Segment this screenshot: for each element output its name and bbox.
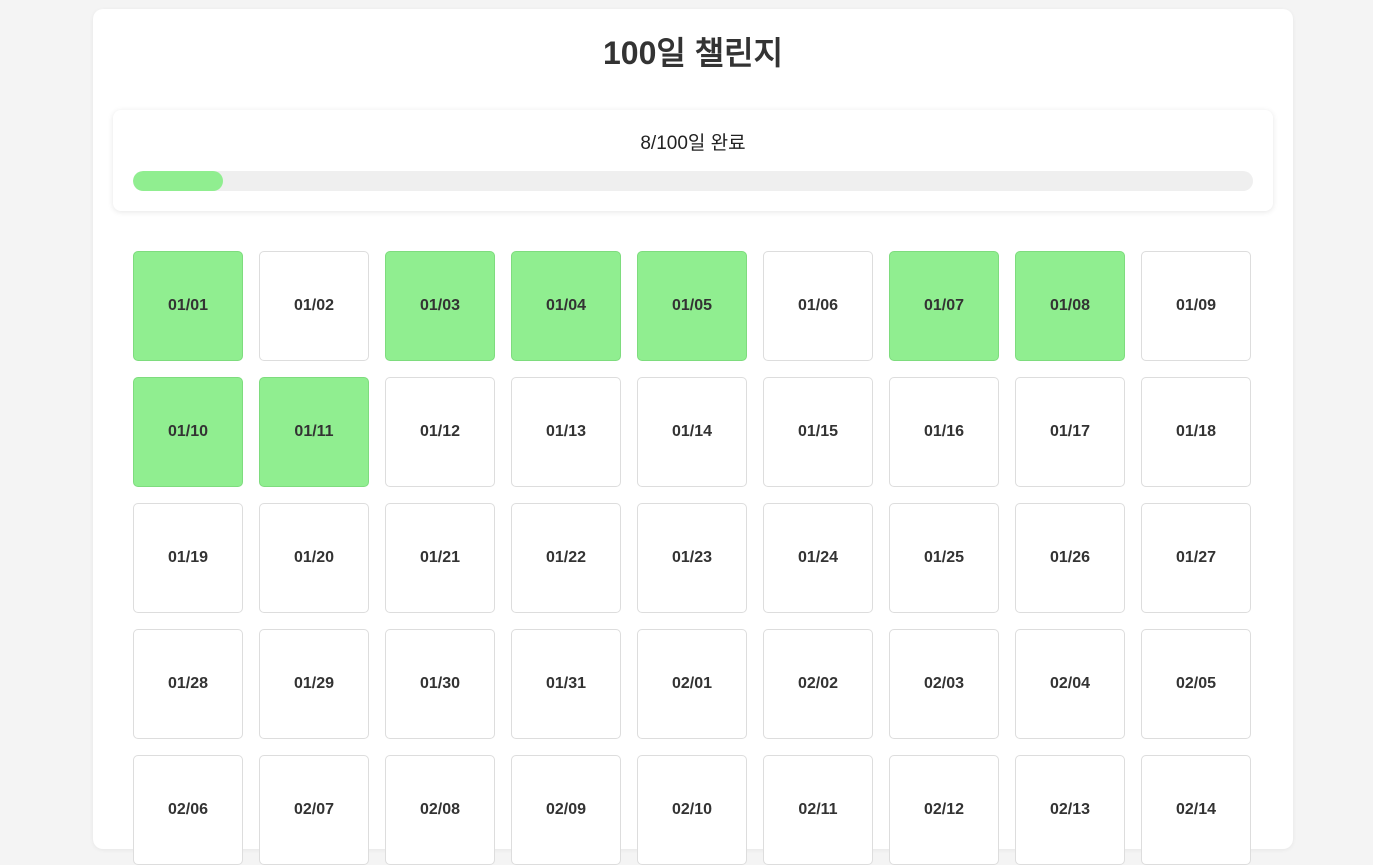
day-cell[interactable]: 01/25 — [889, 503, 999, 613]
day-cell[interactable]: 02/06 — [133, 755, 243, 865]
day-cell[interactable]: 01/20 — [259, 503, 369, 613]
day-cell[interactable]: 02/10 — [637, 755, 747, 865]
day-cell[interactable]: 01/31 — [511, 629, 621, 739]
day-cell[interactable]: 01/13 — [511, 377, 621, 487]
day-cell[interactable]: 01/01 — [133, 251, 243, 361]
day-cell[interactable]: 02/12 — [889, 755, 999, 865]
day-cell[interactable]: 01/30 — [385, 629, 495, 739]
day-cell[interactable]: 01/29 — [259, 629, 369, 739]
progress-bar-fill — [133, 171, 223, 191]
day-cell[interactable]: 02/08 — [385, 755, 495, 865]
day-cell[interactable]: 01/23 — [637, 503, 747, 613]
day-cell[interactable]: 02/01 — [637, 629, 747, 739]
day-cell[interactable]: 01/17 — [1015, 377, 1125, 487]
day-cell[interactable]: 01/07 — [889, 251, 999, 361]
day-cell[interactable]: 02/11 — [763, 755, 873, 865]
day-cell[interactable]: 01/09 — [1141, 251, 1251, 361]
day-cell[interactable]: 01/16 — [889, 377, 999, 487]
day-cell[interactable]: 01/05 — [637, 251, 747, 361]
day-cell[interactable]: 01/26 — [1015, 503, 1125, 613]
day-cell[interactable]: 01/21 — [385, 503, 495, 613]
day-cell[interactable]: 02/07 — [259, 755, 369, 865]
day-cell[interactable]: 01/11 — [259, 377, 369, 487]
progress-card: 8/100일 완료 — [113, 110, 1273, 211]
page-title: 100일 챌린지 — [602, 35, 784, 71]
day-cell[interactable]: 01/08 — [1015, 251, 1125, 361]
main-container: 100일 챌린지 8/100일 완료 01/01 01/02 01/03 01/04 0… — [93, 9, 1293, 865]
day-cell[interactable]: 01/18 — [1141, 377, 1251, 487]
progress-text: 8/100일 완료 — [640, 133, 746, 154]
day-cell[interactable]: 01/19 — [133, 503, 243, 613]
day-cell[interactable]: 01/04 — [511, 251, 621, 361]
day-grid: 01/01 01/02 01/03 01/04 01/05 01/06 01/07 01/08… — [133, 251, 1253, 865]
day-cell[interactable]: 01/10 — [133, 377, 243, 487]
day-cell[interactable]: 01/27 — [1141, 503, 1251, 613]
day-cell[interactable]: 01/14 — [637, 377, 747, 487]
day-cell[interactable]: 02/04 — [1015, 629, 1125, 739]
day-cell[interactable]: 01/12 — [385, 377, 495, 487]
progress-bar — [133, 171, 1253, 191]
day-cell[interactable]: 01/06 — [763, 251, 873, 361]
day-cell[interactable]: 02/02 — [763, 629, 873, 739]
day-cell[interactable]: 02/05 — [1141, 629, 1251, 739]
day-cell[interactable]: 01/22 — [511, 503, 621, 613]
day-cell[interactable]: 02/03 — [889, 629, 999, 739]
day-cell[interactable]: 01/02 — [259, 251, 369, 361]
day-cell[interactable]: 01/28 — [133, 629, 243, 739]
day-cell[interactable]: 01/03 — [385, 251, 495, 361]
day-cell[interactable]: 02/13 — [1015, 755, 1125, 865]
day-cell[interactable]: 01/24 — [763, 503, 873, 613]
day-cell[interactable]: 02/09 — [511, 755, 621, 865]
day-cell[interactable]: 02/14 — [1141, 755, 1251, 865]
day-cell[interactable]: 01/15 — [763, 377, 873, 487]
